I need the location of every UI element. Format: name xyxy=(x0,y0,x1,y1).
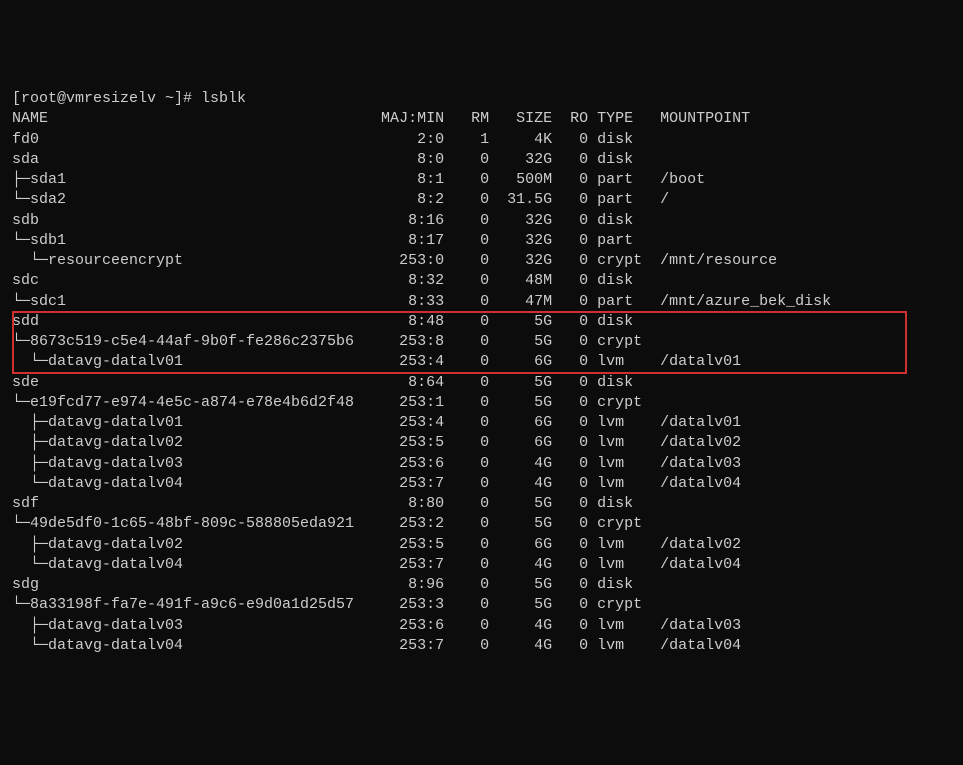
table-row: └─resourceencrypt 253:0 0 32G 0 crypt /m… xyxy=(12,251,951,271)
table-row: └─8a33198f-fa7e-491f-a9c6-e9d0a1d25d57 2… xyxy=(12,595,951,615)
table-row: ├─sda1 8:1 0 500M 0 part /boot xyxy=(12,170,951,190)
table-row: └─sdb1 8:17 0 32G 0 part xyxy=(12,231,951,251)
table-row: ├─datavg-datalv03 253:6 0 4G 0 lvm /data… xyxy=(12,454,951,474)
table-row: └─e19fcd77-e974-4e5c-a874-e78e4b6d2f48 2… xyxy=(12,393,951,413)
table-row: └─datavg-datalv01 253:4 0 6G 0 lvm /data… xyxy=(12,352,951,372)
table-row: └─sda2 8:2 0 31.5G 0 part / xyxy=(12,190,951,210)
table-row: sdc 8:32 0 48M 0 disk xyxy=(12,271,951,291)
command-line: [root@vmresizelv ~]# lsblk xyxy=(12,89,951,109)
command-text: lsblk xyxy=(201,90,246,107)
shell-prompt: [root@vmresizelv ~]# xyxy=(12,90,201,107)
table-row: ├─datavg-datalv03 253:6 0 4G 0 lvm /data… xyxy=(12,616,951,636)
table-row: ├─datavg-datalv02 253:5 0 6G 0 lvm /data… xyxy=(12,433,951,453)
table-row: fd0 2:0 1 4K 0 disk xyxy=(12,130,951,150)
table-row: sdf 8:80 0 5G 0 disk xyxy=(12,494,951,514)
terminal-output: [root@vmresizelv ~]# lsblkNAME MAJ:MIN R… xyxy=(12,89,951,656)
table-row: sdd 8:48 0 5G 0 disk xyxy=(12,312,951,332)
table-row: └─datavg-datalv04 253:7 0 4G 0 lvm /data… xyxy=(12,636,951,656)
table-row: └─datavg-datalv04 253:7 0 4G 0 lvm /data… xyxy=(12,555,951,575)
table-header: NAME MAJ:MIN RM SIZE RO TYPE MOUNTPOINT xyxy=(12,109,951,129)
table-row: sdb 8:16 0 32G 0 disk xyxy=(12,211,951,231)
table-row: sdg 8:96 0 5G 0 disk xyxy=(12,575,951,595)
table-row: └─49de5df0-1c65-48bf-809c-588805eda921 2… xyxy=(12,514,951,534)
table-row: sda 8:0 0 32G 0 disk xyxy=(12,150,951,170)
table-row: └─datavg-datalv04 253:7 0 4G 0 lvm /data… xyxy=(12,474,951,494)
table-row: └─sdc1 8:33 0 47M 0 part /mnt/azure_bek_… xyxy=(12,292,951,312)
table-row: sde 8:64 0 5G 0 disk xyxy=(12,373,951,393)
table-row: └─8673c519-c5e4-44af-9b0f-fe286c2375b6 2… xyxy=(12,332,951,352)
table-row: ├─datavg-datalv02 253:5 0 6G 0 lvm /data… xyxy=(12,535,951,555)
table-row: ├─datavg-datalv01 253:4 0 6G 0 lvm /data… xyxy=(12,413,951,433)
